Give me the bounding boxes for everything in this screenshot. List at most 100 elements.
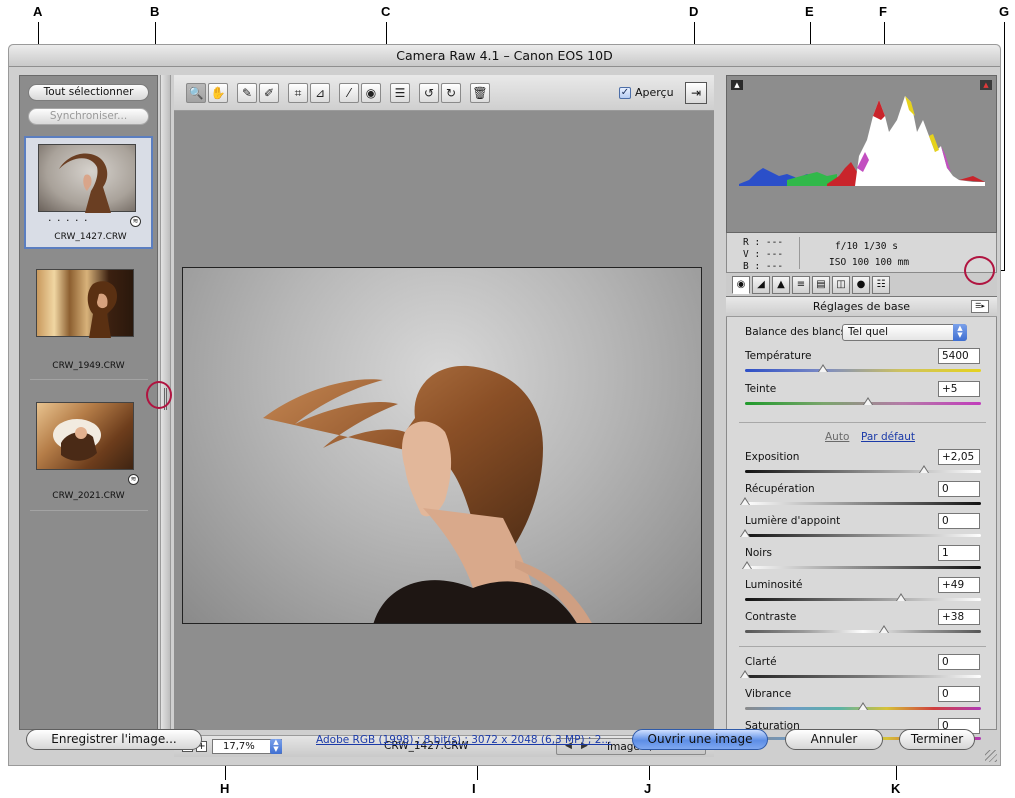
temperature-label: Température [745, 350, 812, 362]
workflow-options-link[interactable]: Adobe RGB (1998) ; 8 bit(s) ; 3072 x 204… [316, 734, 611, 746]
preferences-icon[interactable]: ☰ [390, 83, 410, 103]
thumbnail-image [36, 402, 134, 470]
save-image-button[interactable]: Enregistrer l'image... [26, 729, 202, 750]
fullscreen-toggle-icon[interactable]: ⇥ [685, 82, 707, 104]
contrast-slider-thumb[interactable] [879, 625, 890, 633]
blue-readout: B : --- [743, 261, 784, 272]
temperature-input[interactable]: 5400 [938, 348, 980, 364]
blacks-slider-thumb[interactable] [742, 561, 753, 569]
callout-k: K [891, 781, 901, 796]
filmstrip-item-label: CRW_1427.CRW [54, 232, 127, 242]
tint-label: Teinte [745, 383, 777, 395]
filmstrip-item-crw-2021[interactable]: ≋ CRW_2021.CRW [24, 394, 153, 512]
tint-slider-thumb[interactable] [862, 397, 873, 405]
exposure-input[interactable]: +2,05 [938, 449, 980, 465]
rotate-right-icon[interactable]: ↻ [441, 83, 461, 103]
panel-divider [739, 646, 986, 647]
tab-hsl-icon[interactable]: ≡ [792, 276, 810, 294]
white-balance-label: Balance des blancs : [745, 326, 853, 338]
cancel-button[interactable]: Annuler [785, 729, 883, 750]
trash-icon[interactable]: 🗑 [470, 83, 490, 103]
callout-d: D [689, 4, 699, 19]
tab-basic-icon[interactable]: ◉ [732, 276, 750, 294]
zoom-icon[interactable]: 🔍 [186, 83, 206, 103]
filmstrip-separator [30, 379, 148, 380]
open-image-button[interactable]: Ouvrir une image [632, 729, 768, 750]
tab-tone-curve-icon[interactable]: ◢ [752, 276, 770, 294]
hand-icon[interactable]: ✋ [208, 83, 228, 103]
panel-menu-icon[interactable]: ☰▸ [971, 300, 989, 313]
default-link[interactable]: Par défaut [861, 431, 915, 443]
recovery-slider-track[interactable] [745, 502, 981, 505]
clarity-slider-thumb[interactable] [740, 670, 750, 678]
recovery-slider-thumb[interactable] [740, 497, 750, 505]
temperature-slider-track[interactable] [745, 369, 981, 372]
tab-detail-icon[interactable]: ▲ [772, 276, 790, 294]
tab-split-toning-icon[interactable]: ▤ [812, 276, 830, 294]
rating-stars[interactable]: · · · · · [48, 214, 88, 227]
filmstrip: Tout sélectionner Synchroniser... · · · … [19, 75, 158, 730]
panel-tabs: ◉ ◢ ▲ ≡ ▤ ◫ ● ☷ [726, 273, 997, 297]
fill-light-slider-track[interactable] [745, 534, 981, 537]
callout-i: I [472, 781, 476, 796]
blacks-slider-track[interactable] [745, 566, 981, 569]
thumbnail-photo-art [59, 153, 111, 213]
brightness-slider-thumb[interactable] [895, 593, 906, 601]
tint-input[interactable]: +5 [938, 381, 980, 397]
brightness-label: Luminosité [745, 579, 803, 591]
zoom-level-value: 17,7% [223, 741, 255, 752]
vibrance-slider-thumb[interactable] [858, 702, 868, 710]
fill-light-input[interactable]: 0 [938, 513, 980, 529]
crop-icon[interactable]: ⌗ [288, 83, 308, 103]
brightness-slider-track[interactable] [745, 598, 981, 601]
vibrance-input[interactable]: 0 [938, 686, 980, 702]
exposure-slider-track[interactable] [745, 470, 981, 473]
blacks-input[interactable]: 1 [938, 545, 980, 561]
blacks-label: Noirs [745, 547, 772, 559]
red-eye-icon[interactable]: ◉ [361, 83, 381, 103]
fill-light-label: Lumière d'appoint [745, 515, 841, 527]
filmstrip-item-crw-1427[interactable]: · · · · · ≋ CRW_1427.CRW [24, 136, 153, 249]
rotate-left-icon[interactable]: ↺ [419, 83, 439, 103]
iso-focal: ISO 100 100 mm [829, 257, 910, 268]
exposure-slider-thumb[interactable] [919, 465, 930, 473]
resize-grip-icon[interactable] [985, 750, 997, 762]
done-button[interactable]: Terminer [899, 729, 975, 750]
callout-f: F [879, 4, 887, 19]
info-divider [799, 237, 800, 269]
callout-line-g [1004, 22, 1005, 270]
white-balance-icon[interactable]: ✎ [237, 83, 257, 103]
contrast-slider-track[interactable] [745, 630, 981, 633]
tab-lens-icon[interactable]: ◫ [832, 276, 850, 294]
thumbnail-photo-art [87, 281, 117, 338]
preview-image [182, 267, 702, 624]
callout-g: G [999, 4, 1010, 19]
panel-title: Réglages de base [812, 300, 911, 313]
straighten-icon[interactable]: ⊿ [310, 83, 330, 103]
settings-badge-icon: ≋ [128, 474, 139, 485]
white-balance-select[interactable]: Tel quel ▲ ▼ [842, 324, 967, 341]
clarity-label: Clarté [745, 656, 777, 668]
select-all-button[interactable]: Tout sélectionner [28, 84, 149, 101]
fill-light-slider-thumb[interactable] [740, 529, 750, 537]
preview-canvas[interactable] [174, 111, 714, 730]
chevron-down-icon: ▲ ▼ [953, 324, 967, 341]
contrast-input[interactable]: +38 [938, 609, 980, 625]
temperature-slider-thumb[interactable] [817, 364, 828, 372]
tab-camera-calibration-icon[interactable]: ● [852, 276, 870, 294]
brightness-input[interactable]: +49 [938, 577, 980, 593]
preview-checkbox[interactable]: ✓ [619, 87, 631, 99]
recovery-input[interactable]: 0 [938, 481, 980, 497]
color-sampler-icon[interactable]: ✐ [259, 83, 279, 103]
callout-e: E [805, 4, 814, 19]
auto-link[interactable]: Auto [825, 431, 849, 443]
clarity-input[interactable]: 0 [938, 654, 980, 670]
callout-ring-panel-menu [964, 256, 995, 285]
clarity-slider-track[interactable] [745, 675, 981, 678]
filmstrip-item-crw-1949[interactable]: CRW_1949.CRW [24, 261, 153, 381]
synchronize-button[interactable]: Synchroniser... [28, 108, 149, 125]
zoom-dropdown-icon[interactable]: ▲ ▼ [270, 739, 282, 754]
tab-presets-icon[interactable]: ☷ [872, 276, 890, 294]
retouch-icon[interactable]: ⁄ [339, 83, 359, 103]
histogram: ▲ ▲ [726, 75, 997, 233]
